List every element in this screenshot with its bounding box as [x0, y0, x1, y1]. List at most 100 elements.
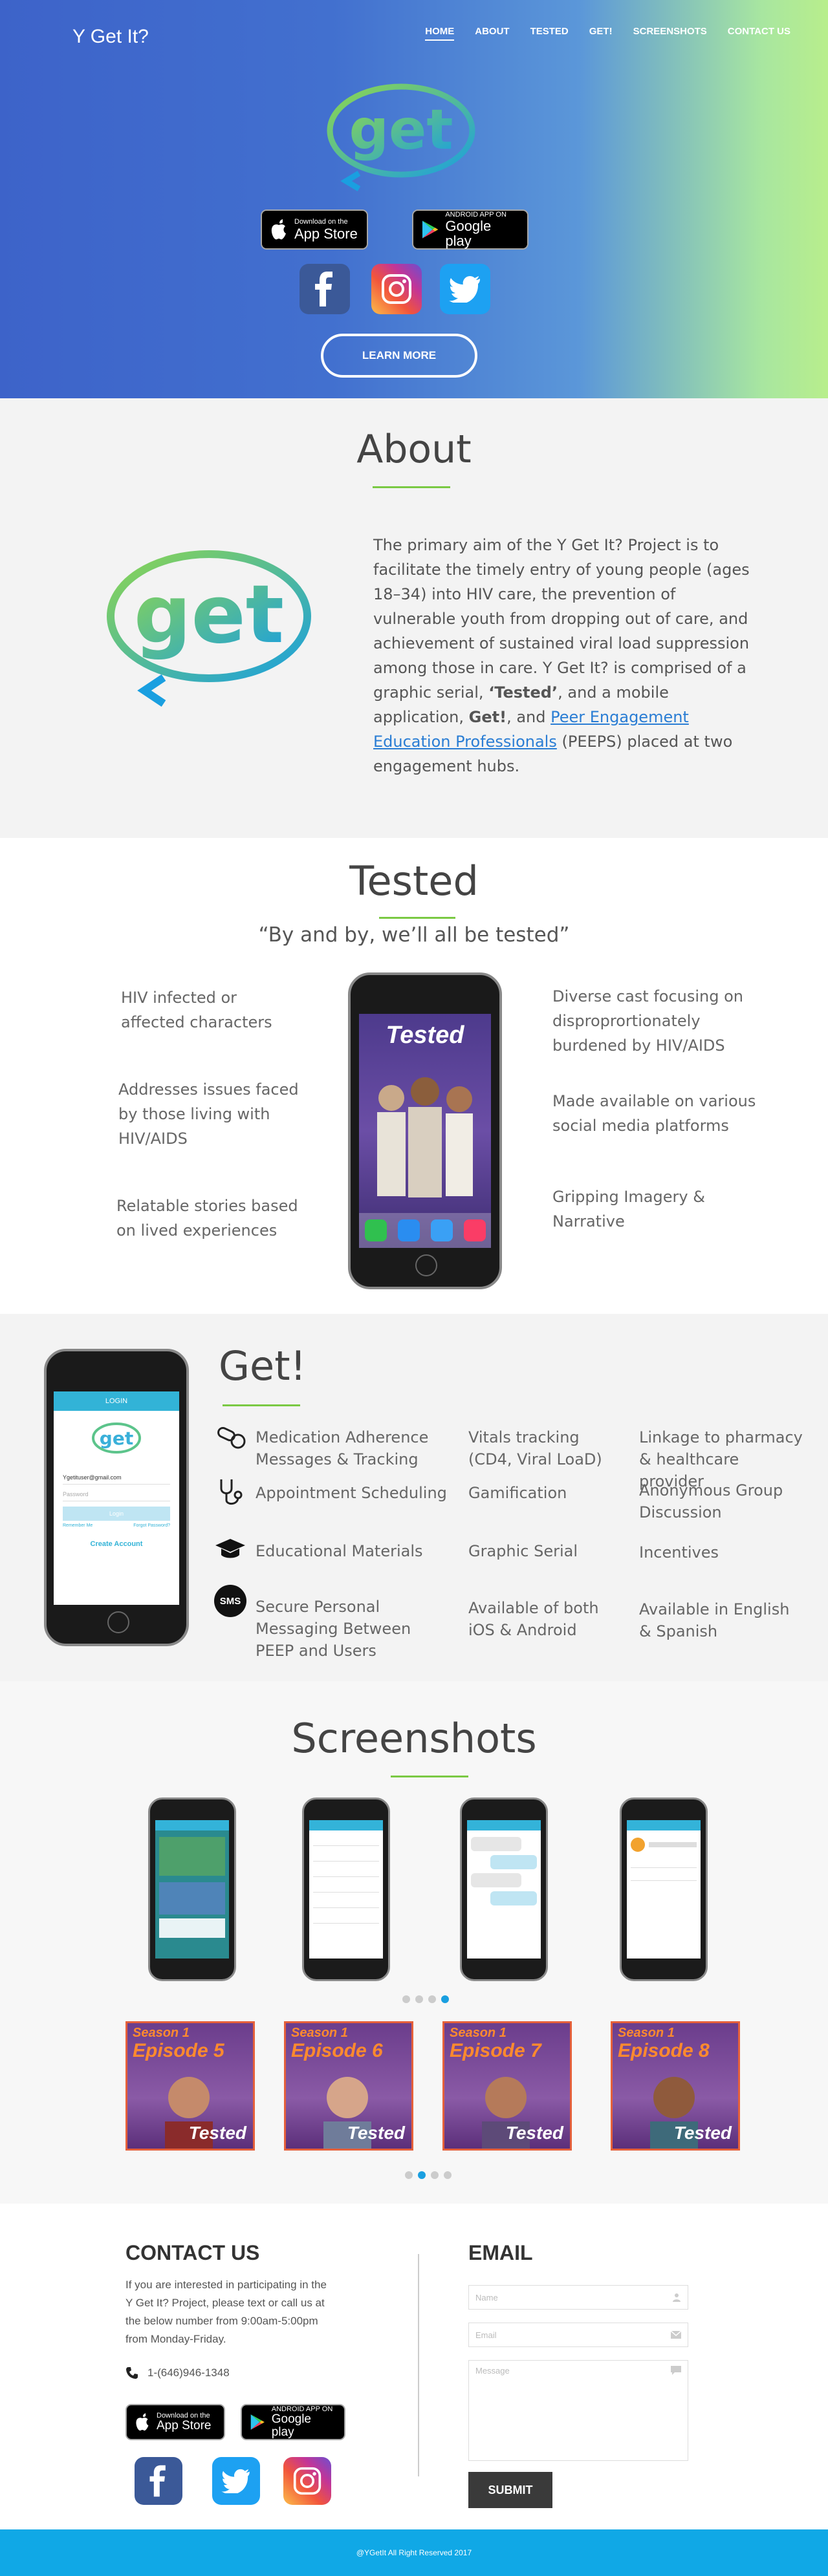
instagram-icon[interactable]: [371, 264, 422, 314]
tested-feature: Diverse cast focusing on disproprortiona…: [552, 987, 744, 1055]
comic-characters-illustration: [377, 1077, 473, 1197]
tested-feature: Made available on various social media p…: [552, 1092, 756, 1135]
email-title: EMAIL: [468, 2241, 533, 2264]
get-feature: Educational Materials: [256, 1542, 423, 1560]
apple-icon: [271, 219, 286, 240]
music-icon: [463, 1219, 486, 1241]
graduation-cap-icon: [213, 1532, 247, 1566]
google-play-icon: [422, 220, 439, 239]
twitter-icon[interactable]: [212, 2457, 260, 2505]
episode-card[interactable]: Season 1 Episode 8 Tested: [611, 2021, 740, 2151]
speech-bubble-icon: [671, 2366, 681, 2375]
contact-section: [0, 2204, 828, 2529]
nav-tested[interactable]: TESTED: [530, 26, 569, 41]
carousel-dot[interactable]: [405, 2171, 413, 2179]
copyright-text: @YGetIt All Right Reserved 2017: [356, 2548, 472, 2557]
instagram-icon[interactable]: [283, 2457, 331, 2505]
hero-section: Y Get It? HOME ABOUT TESTED GET! SCREENS…: [0, 0, 828, 398]
pills-icon: [215, 1421, 248, 1455]
phone-app-icon: [364, 1219, 387, 1241]
learn-more-button[interactable]: LEARN MORE: [321, 334, 477, 378]
main-nav: HOME ABOUT TESTED GET! SCREENSHOTS CONTA…: [404, 26, 790, 41]
app-screenshot[interactable]: [148, 1798, 236, 1981]
forgot-password-link[interactable]: Forgot Password?: [133, 1523, 170, 1528]
carousel-dot[interactable]: [444, 2171, 452, 2179]
carousel-dot[interactable]: [415, 1995, 423, 2003]
safari-icon: [397, 1219, 420, 1241]
episode-card[interactable]: Season 1 Episode 7 Tested: [442, 2021, 572, 2151]
create-account-link[interactable]: Create Account: [54, 1540, 179, 1548]
svg-text:get: get: [134, 568, 284, 661]
apple-icon: [136, 2413, 149, 2431]
carousel-dot[interactable]: [418, 2171, 426, 2179]
nav-about[interactable]: ABOUT: [475, 26, 509, 41]
tested-feature: Relatable stories based on lived experie…: [116, 1197, 298, 1240]
svg-text:get: get: [100, 1428, 133, 1449]
get-feature: Gamification: [468, 1484, 567, 1502]
home-button: [415, 1254, 437, 1276]
get-underline: [223, 1404, 300, 1406]
message-field[interactable]: Message: [468, 2360, 688, 2461]
contact-app-store-button[interactable]: Download on the App Store: [125, 2404, 225, 2440]
screenshot-carousel-dots: [402, 1995, 449, 2003]
remember-me[interactable]: Remember Me: [63, 1523, 93, 1528]
facebook-icon[interactable]: [135, 2457, 182, 2505]
app-screenshot[interactable]: [302, 1798, 390, 1981]
carousel-dot[interactable]: [428, 1995, 436, 2003]
sms-icon: SMS: [213, 1584, 247, 1618]
brand-title[interactable]: Y Get It?: [72, 26, 149, 48]
episode-card[interactable]: Season 1 Episode 5 Tested: [125, 2021, 255, 2151]
app-store-button[interactable]: Download on the App Store: [261, 209, 368, 250]
phone-dock: [359, 1213, 491, 1248]
svg-text:get: get: [349, 98, 453, 162]
google-play-icon: [250, 2414, 265, 2430]
tested-underline: [379, 917, 455, 919]
get-feature: Appointment Scheduling: [256, 1484, 447, 1502]
login-password-field[interactable]: Password: [63, 1486, 170, 1501]
get-feature: Graphic Serial: [468, 1542, 578, 1560]
name-field[interactable]: Name: [468, 2285, 688, 2310]
twitter-icon[interactable]: [440, 264, 490, 314]
get-logo: get: [327, 83, 475, 191]
envelope-icon: [671, 2331, 681, 2339]
nav-home[interactable]: HOME: [425, 26, 455, 41]
contact-google-play-button[interactable]: ANDROID APP ON Google play: [241, 2404, 345, 2440]
google-play-button[interactable]: ANDROID APP ON Google play: [412, 209, 528, 250]
tested-phone-screen: Tested: [359, 1014, 491, 1248]
carousel-dot[interactable]: [402, 1995, 410, 2003]
tested-title: Tested: [349, 857, 479, 905]
screenshots-section: Screenshots Season 1 Episode 5 Tested Se…: [0, 1681, 828, 2204]
carousel-dot[interactable]: [441, 1995, 449, 2003]
app-screenshot[interactable]: [620, 1798, 708, 1981]
tested-phone: Tested: [348, 972, 502, 1289]
nav-get[interactable]: GET!: [589, 26, 613, 41]
get-feature: Incentives: [639, 1543, 719, 1562]
tested-quote: “By and by, we’ll all be tested”: [258, 923, 570, 947]
get-feature: Secure Personal Messaging Between PEEP a…: [256, 1598, 411, 1660]
get-feature: Available in English & Spanish: [639, 1600, 790, 1640]
home-button: [107, 1611, 129, 1633]
email-field[interactable]: Email: [468, 2323, 688, 2347]
tested-feature: HIV infected or affected characters: [121, 989, 272, 1031]
tested-feature: Addresses issues faced by those living w…: [118, 1080, 299, 1148]
episode-card[interactable]: Season 1 Episode 6 Tested: [284, 2021, 413, 2151]
contact-phone[interactable]: 1-(646)946-1348: [125, 2367, 230, 2379]
about-text: The primary aim of the Y Get It? Project…: [373, 536, 750, 775]
tested-phone-title: Tested: [386, 1022, 464, 1049]
facebook-icon[interactable]: [300, 264, 350, 314]
nav-contact[interactable]: CONTACT US: [728, 26, 790, 41]
screenshots-underline: [391, 1776, 468, 1777]
submit-button[interactable]: SUBMIT: [468, 2472, 552, 2508]
get-phone: LOGIN get Ygetituser@gmail.com Password …: [44, 1349, 189, 1646]
app-screenshot[interactable]: [460, 1798, 548, 1981]
about-get-logo: get: [107, 550, 311, 707]
get-phone-screen: LOGIN get Ygetituser@gmail.com Password …: [54, 1391, 179, 1605]
login-button[interactable]: Login: [63, 1507, 170, 1521]
about-underline: [373, 486, 450, 488]
footer: @YGetIt All Right Reserved 2017: [0, 2529, 828, 2576]
nav-screenshots[interactable]: SCREENSHOTS: [633, 26, 707, 41]
login-email-field[interactable]: Ygetituser@gmail.com: [63, 1469, 170, 1485]
tested-feature: Gripping Imagery & Narrative: [552, 1188, 705, 1230]
get-feature: Medication Adherence Messages & Tracking: [256, 1428, 429, 1468]
carousel-dot[interactable]: [431, 2171, 439, 2179]
